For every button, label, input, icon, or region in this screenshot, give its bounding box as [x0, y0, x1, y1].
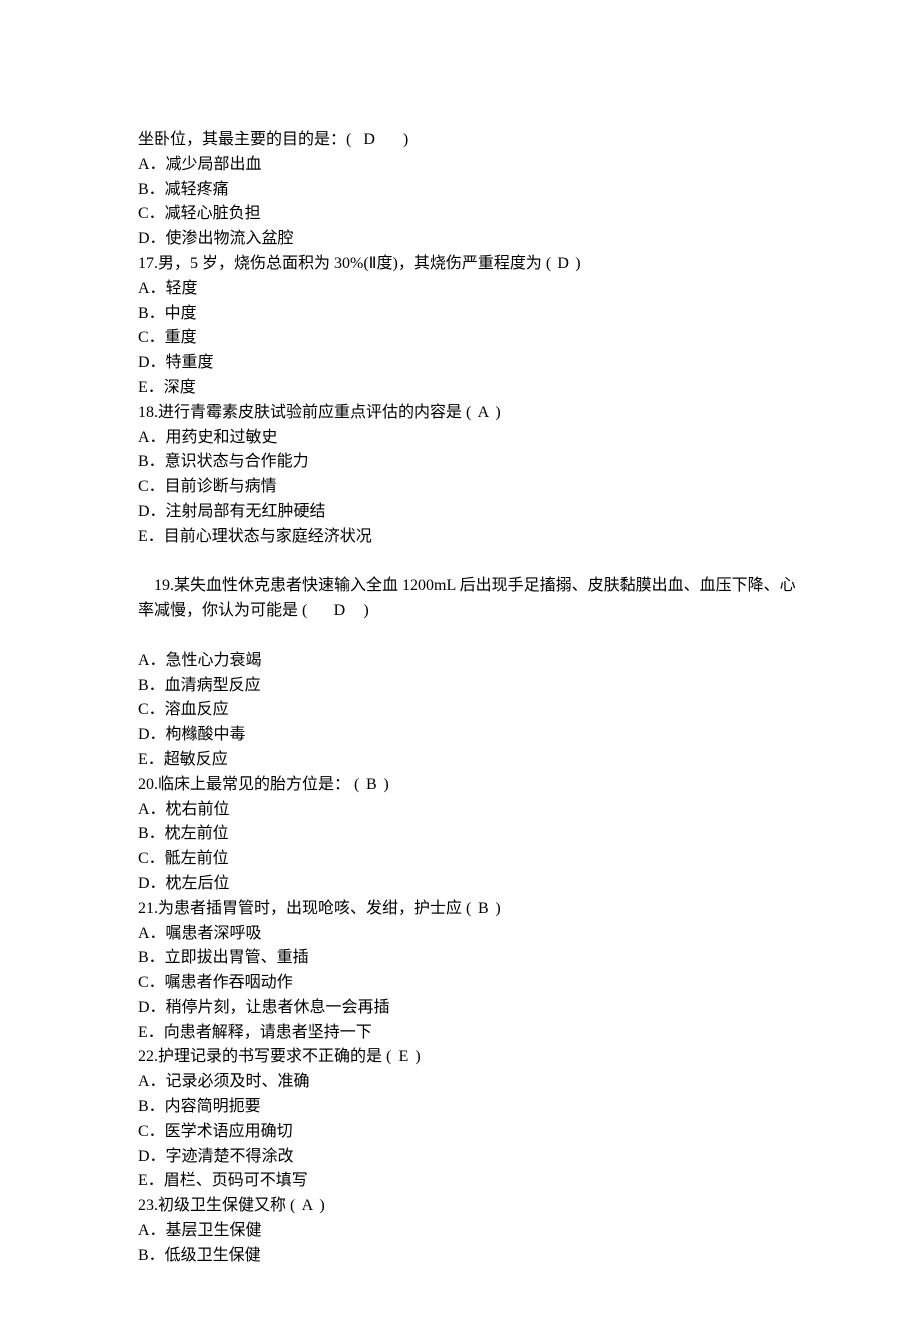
- option: D．枕左后位: [138, 872, 800, 897]
- question-18-stem: 18.进行青霉素皮肤试验前应重点评估的内容是 ( A ): [138, 401, 800, 426]
- question-17-stem: 17.男，5 岁，烧伤总面积为 30%(Ⅱ度)，其烧伤严重程度为 ( D ): [138, 252, 800, 277]
- option: D．字迹清楚不得涂改: [138, 1145, 800, 1170]
- option: D．稍停片刻，让患者休息一会再插: [138, 996, 800, 1021]
- question-text: 男，5 岁，烧伤总面积为 30%(Ⅱ度)，其烧伤严重程度为: [158, 255, 542, 272]
- question-text: 临床上最常见的胎方位是：: [158, 776, 350, 793]
- option: E．向患者解释，请患者坚持一下: [138, 1021, 800, 1046]
- answer: B: [363, 773, 379, 798]
- question-23-options: A．基层卫生保健 B．低级卫生保健: [138, 1219, 800, 1269]
- option: A．嘱患者深呼吸: [138, 922, 800, 947]
- option: B．减轻疼痛: [138, 178, 800, 203]
- answer: D: [555, 252, 571, 277]
- question-number: 17: [138, 255, 154, 272]
- document-page: 坐卧位，其最主要的目的是：( D ) A．减少局部出血 B．减轻疼痛 C．减轻心…: [0, 0, 920, 1329]
- question-20-stem: 20.临床上最常见的胎方位是： ( B ): [138, 773, 800, 798]
- question-18-options: A．用药史和过敏史 B．意识状态与合作能力 C．目前诊断与病情 D．注射局部有无…: [138, 426, 800, 550]
- option: C．溶血反应: [138, 698, 800, 723]
- option: B．内容简明扼要: [138, 1095, 800, 1120]
- option: C．骶左前位: [138, 847, 800, 872]
- answer: D: [331, 599, 347, 624]
- option: A．用药史和过敏史: [138, 426, 800, 451]
- option: D．枸橼酸中毒: [138, 723, 800, 748]
- question-number: 22: [138, 1048, 154, 1065]
- question-number: 18: [138, 404, 154, 421]
- question-text: 某失血性休克患者快速输入全血 1200mL 后出现手足搐搦、皮肤黏膜出血、血压下…: [138, 577, 796, 619]
- option: B．中度: [138, 302, 800, 327]
- question-19-stem: 19.某失血性休克患者快速输入全血 1200mL 后出现手足搐搦、皮肤黏膜出血、…: [138, 550, 800, 649]
- question-17-options: A．轻度 B．中度 C．重度 D．特重度 E．深度: [138, 277, 800, 401]
- answer: B: [475, 897, 491, 922]
- question-text: 进行青霉素皮肤试验前应重点评估的内容是: [158, 404, 462, 421]
- question-20-options: A．枕右前位 B．枕左前位 C．骶左前位 D．枕左后位: [138, 798, 800, 897]
- option: C．嘱患者作吞咽动作: [138, 971, 800, 996]
- option: A．枕右前位: [138, 798, 800, 823]
- option: B．枕左前位: [138, 822, 800, 847]
- question-number: 20: [138, 776, 154, 793]
- question-19-options: A．急性心力衰竭 B．血清病型反应 C．溶血反应 D．枸橼酸中毒 E．超敏反应: [138, 649, 800, 773]
- question-23-stem: 23.初级卫生保健又称 ( A ): [138, 1194, 800, 1219]
- question-text: 护理记录的书写要求不正确的是: [158, 1048, 382, 1065]
- question-22-stem: 22.护理记录的书写要求不正确的是 ( E ): [138, 1045, 800, 1070]
- question-number: 23: [138, 1197, 154, 1214]
- option: A．减少局部出血: [138, 153, 800, 178]
- lead-question-line: 坐卧位，其最主要的目的是：( D ): [138, 128, 800, 153]
- option: D．注射局部有无红肿硬结: [138, 500, 800, 525]
- option: A．记录必须及时、准确: [138, 1070, 800, 1095]
- option: B．血清病型反应: [138, 674, 800, 699]
- option: B．意识状态与合作能力: [138, 450, 800, 475]
- option: A．急性心力衰竭: [138, 649, 800, 674]
- option: A．轻度: [138, 277, 800, 302]
- answer: A: [475, 401, 491, 426]
- option: C．减轻心脏负担: [138, 202, 800, 227]
- option: E．超敏反应: [138, 748, 800, 773]
- option: B．立即拔出胃管、重插: [138, 946, 800, 971]
- question-text: 为患者插胃管时，出现呛咳、发绀，护士应: [158, 900, 462, 917]
- option: D．特重度: [138, 351, 800, 376]
- option: E．目前心理状态与家庭经济状况: [138, 525, 800, 550]
- question-text: 初级卫生保健又称: [158, 1197, 286, 1214]
- answer: E: [395, 1045, 411, 1070]
- option: E．深度: [138, 376, 800, 401]
- question-number: 19: [154, 577, 170, 594]
- option: C．医学术语应用确切: [138, 1120, 800, 1145]
- question-21-options: A．嘱患者深呼吸 B．立即拔出胃管、重插 C．嘱患者作吞咽动作 D．稍停片刻，让…: [138, 922, 800, 1046]
- option: C．目前诊断与病情: [138, 475, 800, 500]
- question-number: 21: [138, 900, 154, 917]
- lead-options: A．减少局部出血 B．减轻疼痛 C．减轻心脏负担 D．使渗出物流入盆腔: [138, 153, 800, 252]
- option: C．重度: [138, 326, 800, 351]
- option: E．眉栏、页码可不填写: [138, 1169, 800, 1194]
- option: B．低级卫生保健: [138, 1244, 800, 1269]
- question-22-options: A．记录必须及时、准确 B．内容简明扼要 C．医学术语应用确切 D．字迹清楚不得…: [138, 1070, 800, 1194]
- option: A．基层卫生保健: [138, 1219, 800, 1244]
- option: D．使渗出物流入盆腔: [138, 227, 800, 252]
- question-21-stem: 21.为患者插胃管时，出现呛咳、发绀，护士应 ( B ): [138, 897, 800, 922]
- answer: A: [299, 1194, 315, 1219]
